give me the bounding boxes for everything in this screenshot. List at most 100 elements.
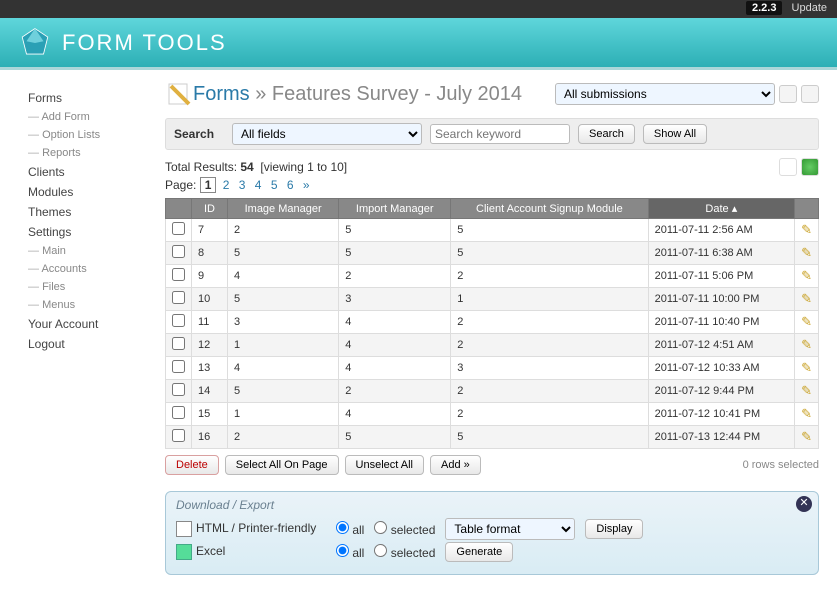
breadcrumb-forms[interactable]: Forms <box>193 83 250 105</box>
excel-all-radio[interactable] <box>336 544 349 557</box>
pager-3[interactable]: 3 <box>236 178 249 192</box>
nav-forms[interactable]: Forms <box>28 88 155 108</box>
cell-client-signup: 2 <box>451 334 648 357</box>
row-checkbox[interactable] <box>172 406 185 419</box>
cell-date: 2011-07-11 6:38 AM <box>648 242 795 265</box>
nav-option-lists[interactable]: Option Lists <box>28 126 155 144</box>
row-checkbox[interactable] <box>172 245 185 258</box>
th-image-manager[interactable]: Image Manager <box>228 199 339 219</box>
globe-icon[interactable] <box>801 158 819 176</box>
html-selected-radio[interactable] <box>374 521 387 534</box>
nav-settings[interactable]: Settings <box>28 222 155 242</box>
cell-id: 7 <box>192 219 228 242</box>
nav-files[interactable]: Files <box>28 278 155 296</box>
table-row[interactable]: 162552011-07-13 12:44 PM✎ <box>166 426 819 449</box>
page-title: Forms » Features Survey - July 2014 <box>193 83 522 106</box>
total-label: Total Results: <box>165 160 237 174</box>
html-all-radio[interactable] <box>336 521 349 534</box>
table-row[interactable]: 94222011-07-11 5:06 PM✎ <box>166 265 819 288</box>
row-checkbox[interactable] <box>172 222 185 235</box>
edit-icon[interactable]: ✎ <box>801 360 812 375</box>
row-checkbox[interactable] <box>172 383 185 396</box>
nav-settings-sub: Main Accounts Files Menus <box>28 242 155 314</box>
results-summary: Total Results: 54 [viewing 1 to 10] <box>165 158 819 176</box>
table-row[interactable]: 72552011-07-11 2:56 AM✎ <box>166 219 819 242</box>
th-id[interactable]: ID <box>192 199 228 219</box>
table-row[interactable]: 105312011-07-11 10:00 PM✎ <box>166 288 819 311</box>
table-row[interactable]: 151422011-07-12 10:41 PM✎ <box>166 403 819 426</box>
nav-your-account[interactable]: Your Account <box>28 314 155 334</box>
delete-view-icon[interactable] <box>779 85 797 103</box>
nav-forms-sub: Add Form Option Lists Reports <box>28 108 155 162</box>
edit-icon[interactable]: ✎ <box>801 383 812 398</box>
nav-accounts[interactable]: Accounts <box>28 260 155 278</box>
th-check[interactable] <box>166 199 192 219</box>
show-all-button[interactable]: Show All <box>643 124 707 144</box>
edit-icon[interactable]: ✎ <box>801 222 812 237</box>
nav-menus[interactable]: Menus <box>28 296 155 314</box>
row-checkbox[interactable] <box>172 360 185 373</box>
table-row[interactable]: 145222011-07-12 9:44 PM✎ <box>166 380 819 403</box>
th-client-signup[interactable]: Client Account Signup Module <box>451 199 648 219</box>
nav-reports[interactable]: Reports <box>28 144 155 162</box>
th-date[interactable]: Date ▴ <box>648 199 795 219</box>
nav-modules[interactable]: Modules <box>28 182 155 202</box>
close-icon[interactable]: ✕ <box>796 496 812 512</box>
viewing-range: [viewing 1 to 10] <box>260 160 347 174</box>
row-checkbox[interactable] <box>172 314 185 327</box>
edit-icon[interactable]: ✎ <box>801 337 812 352</box>
search-label: Search <box>174 127 224 141</box>
pager-6[interactable]: 6 <box>284 178 297 192</box>
select-all-button[interactable]: Select All On Page <box>225 455 339 475</box>
html-format-select[interactable]: Table format <box>445 518 575 540</box>
edit-icon[interactable]: ✎ <box>801 291 812 306</box>
generate-button[interactable]: Generate <box>445 542 513 562</box>
delete-button[interactable]: Delete <box>165 455 219 475</box>
edit-icon[interactable]: ✎ <box>801 314 812 329</box>
excel-selected-radio[interactable] <box>374 544 387 557</box>
cell-date: 2011-07-11 10:00 PM <box>648 288 795 311</box>
th-import-manager[interactable]: Import Manager <box>339 199 451 219</box>
pager-5[interactable]: 5 <box>268 178 281 192</box>
edit-icon[interactable]: ✎ <box>801 245 812 260</box>
pager-label: Page: <box>165 178 196 192</box>
cell-image-manager: 1 <box>228 403 339 426</box>
update-link[interactable]: Update <box>792 2 827 14</box>
submissions-select[interactable]: All submissions <box>555 83 775 105</box>
unselect-all-button[interactable]: Unselect All <box>345 455 424 475</box>
row-checkbox[interactable] <box>172 268 185 281</box>
search-input[interactable] <box>430 124 570 144</box>
pager-4[interactable]: 4 <box>252 178 265 192</box>
pager-current: 1 <box>200 177 217 193</box>
cell-client-signup: 5 <box>451 426 648 449</box>
row-checkbox[interactable] <box>172 291 185 304</box>
table-header-row: ID Image Manager Import Manager Client A… <box>166 199 819 219</box>
row-checkbox[interactable] <box>172 429 185 442</box>
edit-icon[interactable]: ✎ <box>801 406 812 421</box>
cell-image-manager: 3 <box>228 311 339 334</box>
search-field-select[interactable]: All fields <box>232 123 422 145</box>
edit-icon[interactable]: ✎ <box>801 268 812 283</box>
add-button[interactable]: Add » <box>430 455 481 475</box>
nav-add-form[interactable]: Add Form <box>28 108 155 126</box>
pager-2[interactable]: 2 <box>220 178 233 192</box>
table-row[interactable]: 121422011-07-12 4:51 AM✎ <box>166 334 819 357</box>
cell-date: 2011-07-12 9:44 PM <box>648 380 795 403</box>
edit-icon[interactable]: ✎ <box>801 429 812 444</box>
table-row[interactable]: 85552011-07-11 6:38 AM✎ <box>166 242 819 265</box>
display-button[interactable]: Display <box>585 519 643 539</box>
nav-main[interactable]: Main <box>28 242 155 260</box>
nav-themes[interactable]: Themes <box>28 202 155 222</box>
search-view-icon[interactable] <box>801 85 819 103</box>
nav-logout[interactable]: Logout <box>28 334 155 354</box>
row-checkbox[interactable] <box>172 337 185 350</box>
nav-clients[interactable]: Clients <box>28 162 155 182</box>
cell-import-manager: 5 <box>339 426 451 449</box>
cell-import-manager: 5 <box>339 219 451 242</box>
pager-next[interactable]: » <box>300 178 313 192</box>
copy-icon[interactable] <box>779 158 797 176</box>
search-button[interactable]: Search <box>578 124 635 144</box>
table-row[interactable]: 113422011-07-11 10:40 PM✎ <box>166 311 819 334</box>
table-row[interactable]: 134432011-07-12 10:33 AM✎ <box>166 357 819 380</box>
cell-image-manager: 2 <box>228 219 339 242</box>
